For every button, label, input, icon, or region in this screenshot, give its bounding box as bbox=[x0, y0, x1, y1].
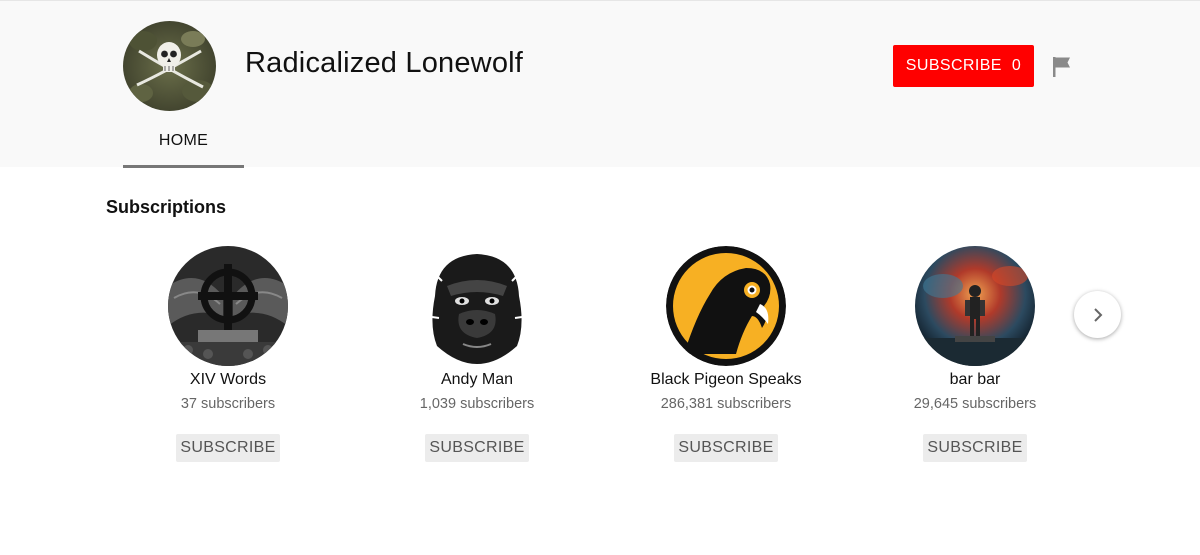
gorilla-avatar[interactable] bbox=[417, 246, 537, 366]
chevron-right-icon bbox=[1093, 307, 1102, 322]
celtic-cross-avatar[interactable] bbox=[168, 246, 288, 366]
channel-avatar[interactable] bbox=[123, 21, 216, 111]
channel-name[interactable]: XIV Words bbox=[128, 371, 328, 389]
channel-card: Andy Man 1,039 subscribers SUBSCRIBE bbox=[377, 246, 577, 466]
channel-header: Radicalized Lonewolf SUBSCRIBE 0 HOME bbox=[0, 0, 1200, 168]
subscribe-button[interactable]: SUBSCRIBE bbox=[923, 434, 1027, 462]
subscriber-count: 37 subscribers bbox=[180, 396, 276, 412]
subscriber-count: 1,039 subscribers bbox=[419, 396, 535, 412]
channel-card: Black Pigeon Speaks 286,381 subscribers … bbox=[626, 246, 826, 466]
subscribe-button[interactable]: SUBSCRIBE bbox=[176, 434, 280, 462]
channel-name[interactable]: Andy Man bbox=[377, 371, 577, 389]
channel-name[interactable]: Black Pigeon Speaks bbox=[626, 371, 826, 389]
space-figure-avatar[interactable] bbox=[915, 246, 1035, 366]
subscribe-button[interactable]: SUBSCRIBE 0 bbox=[893, 45, 1034, 87]
subscriber-count: 286,381 subscribers bbox=[660, 396, 792, 412]
channel-name[interactable]: bar bar bbox=[875, 371, 1075, 389]
subscribe-button[interactable]: SUBSCRIBE bbox=[674, 434, 778, 462]
active-tab-indicator bbox=[123, 165, 244, 168]
subscriber-count: 29,645 subscribers bbox=[913, 396, 1037, 412]
section-title: Subscriptions bbox=[106, 197, 227, 217]
tab-home-label: HOME bbox=[158, 132, 209, 149]
flag-icon[interactable] bbox=[1052, 56, 1072, 78]
channel-title: Radicalized Lonewolf bbox=[245, 47, 524, 79]
subscribe-label: SUBSCRIBE bbox=[905, 57, 1002, 74]
carousel-next-button[interactable] bbox=[1074, 291, 1121, 338]
skull-crossed-swords-avatar bbox=[123, 21, 216, 111]
channel-card: bar bar 29,645 subscribers SUBSCRIBE bbox=[875, 246, 1075, 466]
black-pigeon-avatar[interactable] bbox=[666, 246, 786, 366]
channel-card: XIV Words 37 subscribers SUBSCRIBE bbox=[128, 246, 328, 466]
subscriber-count: 0 bbox=[1011, 57, 1022, 74]
subscribe-button[interactable]: SUBSCRIBE bbox=[425, 434, 529, 462]
tab-home[interactable]: HOME bbox=[123, 123, 244, 168]
